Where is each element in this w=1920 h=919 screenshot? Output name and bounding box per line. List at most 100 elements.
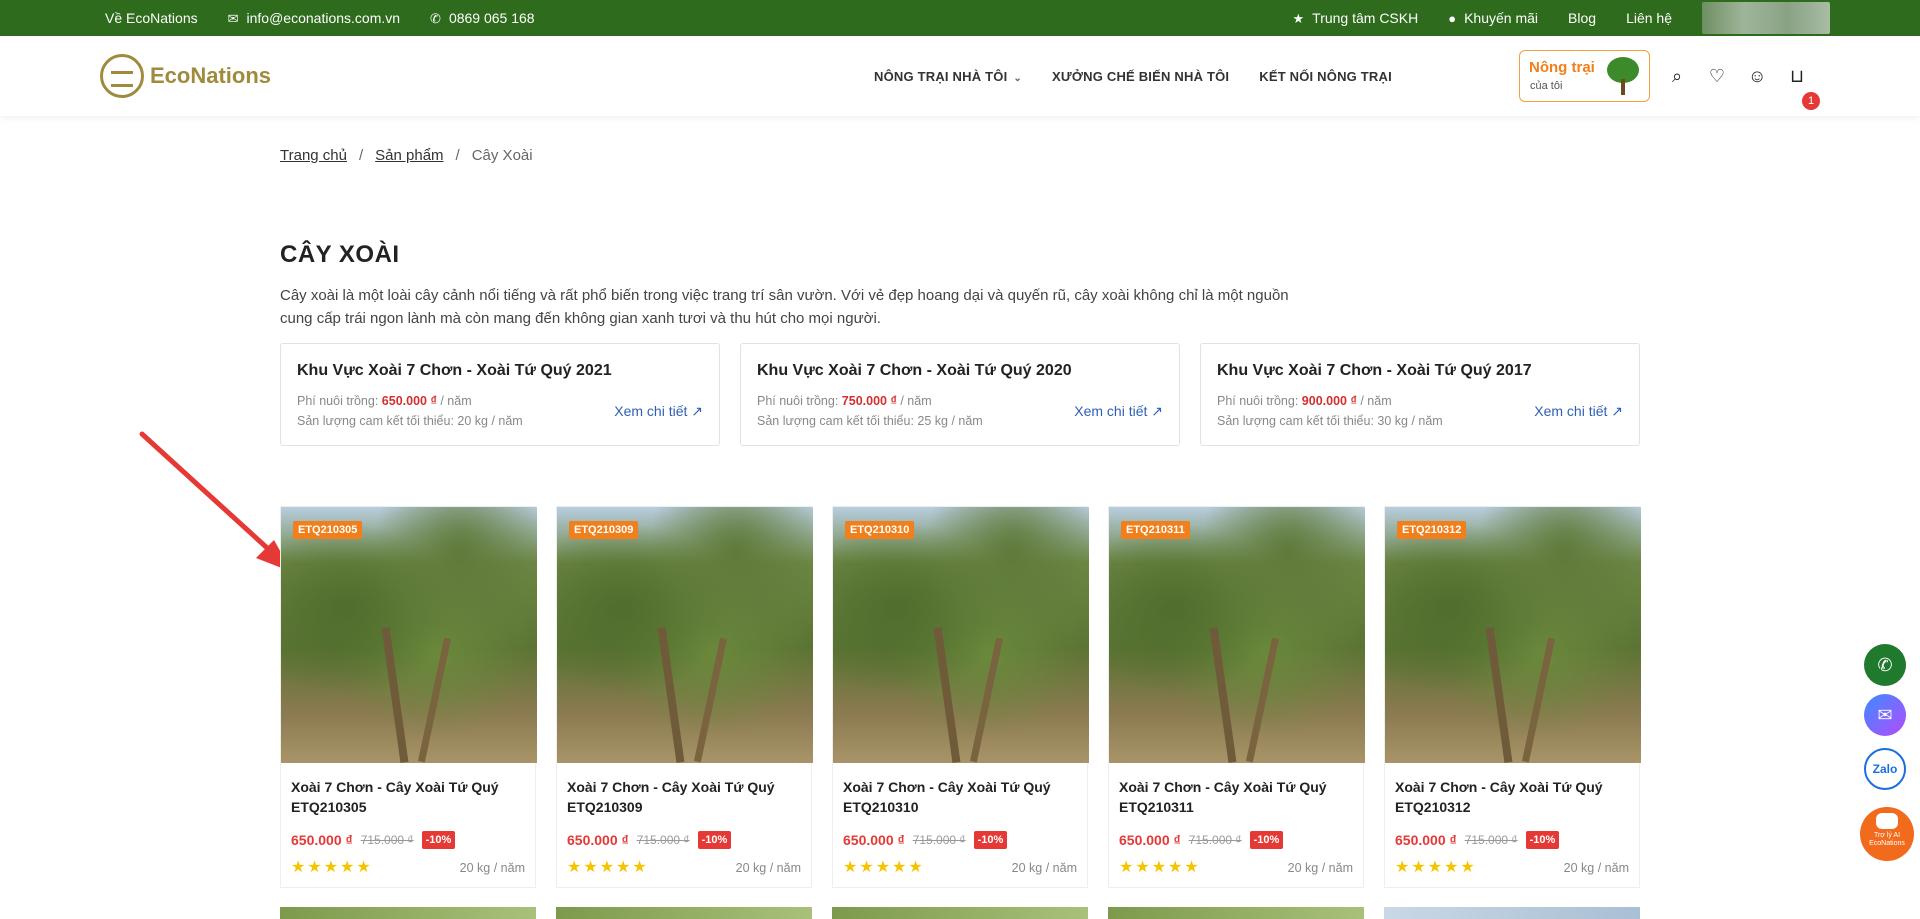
breadcrumb: Trang chủ / Sản phẩm / Cây Xoài — [280, 147, 533, 164]
tree-icon — [1607, 57, 1639, 95]
about-label: Về EcoNations — [105, 10, 198, 26]
rating-stars-icon: ★★★★★ — [567, 859, 649, 876]
product-card-partial[interactable] — [1384, 907, 1640, 919]
zone-detail-link[interactable]: Xem chi tiết ↗ — [1534, 403, 1623, 420]
product-name[interactable]: Xoài 7 Chơn - Cây Xoài Tứ Quý ETQ210305 — [291, 777, 527, 817]
product-old-price: 715.000 ₫ — [360, 833, 414, 847]
ai-assistant-button[interactable]: Trợ lý AI EcoNations — [1860, 807, 1914, 861]
zone-fee: Phí nuôi trồng: 900.000 ₫ / năm — [1217, 394, 1392, 408]
rating-stars-icon: ★★★★★ — [1395, 859, 1477, 876]
product-price: 650.000 ₫ — [567, 832, 629, 848]
zone-detail-link[interactable]: Xem chi tiết ↗ — [1074, 403, 1163, 420]
zone-card: Khu Vực Xoài 7 Chơn - Xoài Tứ Quý 2017 P… — [1200, 343, 1640, 446]
product-yield: 20 kg / năm — [1287, 861, 1353, 875]
breadcrumb-separator: / — [358, 147, 364, 164]
product-image[interactable] — [557, 507, 813, 763]
cart-icon[interactable]: ⊔ — [1788, 66, 1806, 87]
product-name[interactable]: Xoài 7 Chơn - Cây Xoài Tứ Quý ETQ210311 — [1119, 777, 1355, 817]
product-old-price: 715.000 ₫ — [1464, 833, 1518, 847]
nav-item-my-workshop[interactable]: XƯỞNG CHẾ BIẾN NHÀ TÔI — [1052, 69, 1229, 84]
about-link[interactable]: Về EcoNations — [105, 10, 198, 26]
product-card-partial[interactable] — [1108, 907, 1364, 919]
phone-link[interactable]: ✆ 0869 065 168 — [430, 10, 535, 26]
phone-icon: ✆ — [430, 10, 441, 26]
zone-card: Khu Vực Xoài 7 Chơn - Xoài Tứ Quý 2020 P… — [740, 343, 1180, 446]
product-code-tag: ETQ210309 — [569, 521, 639, 539]
phone-label: 0869 065 168 — [448, 10, 535, 26]
user-icon[interactable]: ☺ — [1748, 66, 1766, 87]
top-bar: Về EcoNations ✉ info@econations.com.vn ✆ 0… — [0, 0, 1920, 36]
zalo-icon: Zalo — [1872, 762, 1898, 776]
product-old-price: 715.000 ₫ — [1188, 833, 1242, 847]
page-description: Cây xoài là một loài cây cảnh nổi tiếng … — [280, 287, 1289, 327]
search-icon[interactable]: ⌕ — [1668, 66, 1686, 87]
phone-icon: ✆ — [1877, 655, 1893, 675]
robot-icon — [1876, 813, 1898, 829]
ai-assistant-label: Trợ lý AI EcoNations — [1869, 832, 1905, 847]
zone-yield: Sản lượng cam kết tối thiểu: 25 kg / năm — [757, 414, 983, 428]
product-card-partial[interactable] — [832, 907, 1088, 919]
product-card[interactable]: ETQ210305 Xoài 7 Chơn - Cây Xoài Tứ Quý … — [280, 506, 537, 888]
email-label: info@econations.com.vn — [246, 10, 401, 26]
blog-link[interactable]: Blog — [1568, 10, 1596, 26]
zone-title: Khu Vực Xoài 7 Chơn - Xoài Tứ Quý 2020 — [757, 362, 1072, 379]
zone-fee: Phí nuôi trồng: 750.000 ₫ / năm — [757, 394, 932, 408]
product-image[interactable] — [281, 507, 537, 763]
product-price-row: 650.000 ₫ 715.000 ₫ -10% — [1395, 831, 1560, 849]
product-name[interactable]: Xoài 7 Chơn - Cây Xoài Tứ Quý ETQ210310 — [843, 777, 1079, 817]
my-farm-subtitle: của tôi — [1530, 80, 1563, 92]
product-price-row: 650.000 ₫ 715.000 ₫ -10% — [291, 831, 456, 849]
product-card[interactable]: ETQ210310 Xoài 7 Chơn - Cây Xoài Tứ Quý … — [832, 506, 1089, 888]
product-code-tag: ETQ210312 — [1397, 521, 1467, 539]
promo-link[interactable]: ● Khuyến mãi — [1448, 10, 1538, 26]
external-link-icon: ↗ — [1611, 403, 1623, 419]
product-name[interactable]: Xoài 7 Chơn - Cây Xoài Tứ Quý ETQ210309 — [567, 777, 803, 817]
product-card[interactable]: ETQ210309 Xoài 7 Chơn - Cây Xoài Tứ Quý … — [556, 506, 813, 888]
breadcrumb-products[interactable]: Sản phẩm — [375, 147, 443, 164]
messenger-float-button[interactable]: ✉ — [1864, 694, 1906, 736]
blog-label: Blog — [1568, 10, 1597, 26]
product-code-tag: ETQ210305 — [293, 521, 363, 539]
phone-float-button[interactable]: ✆ — [1864, 644, 1906, 686]
zone-yield: Sản lượng cam kết tối thiểu: 30 kg / năm — [1217, 414, 1443, 428]
logo-mark-icon — [100, 54, 144, 98]
nav-label: NÔNG TRẠI NHÀ TÔI — [874, 68, 1008, 84]
nav-item-my-farm[interactable]: NÔNG TRẠI NHÀ TÔI ⌄ — [874, 69, 1022, 84]
external-link-icon: ↗ — [1151, 403, 1163, 419]
zalo-float-button[interactable]: Zalo — [1864, 748, 1906, 790]
breadcrumb-separator: / — [455, 147, 460, 164]
promo-label: Khuyến mãi — [1464, 10, 1539, 26]
product-card-partial[interactable] — [556, 907, 812, 919]
product-card-partial[interactable] — [280, 907, 536, 919]
heart-icon[interactable]: ♡ — [1708, 66, 1726, 87]
product-price: 650.000 ₫ — [1395, 832, 1457, 848]
discount-badge: -10% — [973, 831, 1008, 849]
rating-stars-icon: ★★★★★ — [1119, 859, 1201, 876]
product-yield: 20 kg / năm — [1011, 861, 1077, 875]
product-image[interactable] — [833, 507, 1089, 763]
messenger-icon: ✉ — [1877, 705, 1893, 725]
rating-stars-icon: ★★★★★ — [843, 859, 925, 876]
site-logo[interactable]: EcoNations — [100, 54, 271, 98]
email-link[interactable]: ✉ info@econations.com.vn — [228, 10, 400, 26]
cart-count-badge: 1 — [1802, 92, 1820, 110]
product-image[interactable] — [1385, 507, 1641, 763]
contact-link[interactable]: Liên hệ — [1626, 10, 1672, 26]
main-nav: NÔNG TRẠI NHÀ TÔI ⌄ XƯỞNG CHẾ BIẾN NHÀ TÔ… — [874, 36, 1392, 116]
product-code-tag: ETQ210310 — [845, 521, 915, 539]
zone-yield: Sản lượng cam kết tối thiểu: 20 kg / năm — [297, 414, 523, 428]
nav-item-farm-connect[interactable]: KẾT NỐI NÔNG TRẠI — [1259, 69, 1392, 84]
product-image[interactable] — [1109, 507, 1365, 763]
product-card[interactable]: ETQ210312 Xoài 7 Chơn - Cây Xoài Tứ Quý … — [1384, 506, 1641, 888]
discount-badge: -10% — [1249, 831, 1284, 849]
product-name[interactable]: Xoài 7 Chơn - Cây Xoài Tứ Quý ETQ210312 — [1395, 777, 1631, 817]
discount-badge: -10% — [421, 831, 456, 849]
product-card[interactable]: ETQ210311 Xoài 7 Chơn - Cây Xoài Tứ Quý … — [1108, 506, 1365, 888]
zone-title: Khu Vực Xoài 7 Chơn - Xoài Tứ Quý 2017 — [1217, 362, 1532, 379]
zone-detail-link[interactable]: Xem chi tiết ↗ — [614, 403, 703, 420]
page-title: CÂY XOÀI — [280, 241, 400, 268]
breadcrumb-home[interactable]: Trang chủ — [280, 147, 347, 164]
my-farm-button[interactable]: Nông trại của tôi — [1519, 50, 1650, 102]
product-price: 650.000 ₫ — [843, 832, 905, 848]
support-link[interactable]: ★ Trung tâm CSKH — [1293, 10, 1419, 26]
